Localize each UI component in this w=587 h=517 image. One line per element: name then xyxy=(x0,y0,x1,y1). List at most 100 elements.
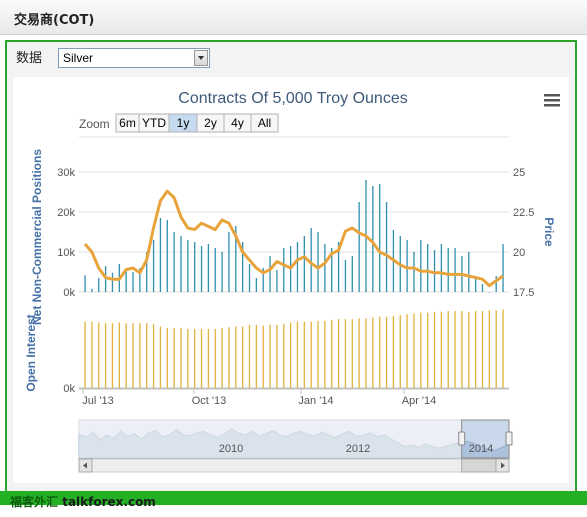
net-position-bar xyxy=(440,244,443,292)
net-position-bar xyxy=(420,240,422,292)
navigator-left-handle[interactable] xyxy=(458,431,466,446)
net-position-bar xyxy=(310,228,312,292)
scrollbar-track[interactable] xyxy=(78,458,510,473)
net-position-bar xyxy=(166,220,168,292)
cot-chart: Contracts Of 5,000 Troy Ounces Zoom 6m YTD 1… xyxy=(24,90,560,473)
open-interest-bar xyxy=(488,310,490,388)
net-position-bar xyxy=(221,252,223,292)
open-interest-bar xyxy=(344,319,347,388)
open-interest-bar xyxy=(146,323,148,388)
hamburger-menu-icon[interactable] xyxy=(544,94,560,107)
cot-panel: 数据 Silver Contracts Of 5,000 Troy Ounces… xyxy=(5,40,577,493)
data-label: 数据 xyxy=(16,51,43,66)
open-interest-bar xyxy=(351,319,353,388)
net-position-bar xyxy=(502,244,504,292)
open-interest-bar xyxy=(235,326,237,388)
open-interest-bar xyxy=(427,312,429,388)
net-position-bar xyxy=(125,271,127,292)
net-position-bar xyxy=(433,250,436,292)
open-interest-bar xyxy=(337,319,340,388)
x-tick-label: Oct '13 xyxy=(192,395,227,407)
open-interest-bar xyxy=(317,320,319,388)
net-position-bar xyxy=(200,246,203,292)
zoom-button-label: 4y xyxy=(231,116,244,130)
chevron-down-icon[interactable] xyxy=(194,50,208,66)
watermark-cn: 福客外汇 xyxy=(10,495,59,509)
net-position-bar xyxy=(324,244,326,292)
menu-line xyxy=(544,94,560,97)
open-interest-bar xyxy=(283,324,285,388)
open-interest-bar xyxy=(399,315,401,388)
open-interest-bar xyxy=(269,324,271,388)
open-interest-bar xyxy=(365,318,367,388)
watermark: 福客外汇 talkforex.com xyxy=(10,493,156,510)
open-interest-bar xyxy=(461,311,463,388)
net-position-bar xyxy=(187,240,189,292)
oi-tick-label: 0k xyxy=(63,383,75,395)
zoom-button-label: All xyxy=(258,116,271,130)
open-interest-bar xyxy=(481,311,484,388)
open-interest-axis-title: Open Interest xyxy=(24,314,38,391)
open-interest-bar xyxy=(91,321,93,388)
open-interest-bar xyxy=(372,317,374,388)
net-position-bar xyxy=(269,256,271,292)
x-tick-label: Jul '13 xyxy=(82,395,113,407)
open-interest-bar xyxy=(276,324,278,388)
open-interest-bar xyxy=(152,324,155,388)
zoom-button-label: YTD xyxy=(142,116,166,130)
menu-line xyxy=(544,104,560,107)
header-bar: 交易商(COT) xyxy=(0,0,587,35)
open-interest-bar xyxy=(454,311,456,388)
open-interest-bar xyxy=(331,319,333,388)
left-tick-label: 20k xyxy=(57,207,75,219)
commodity-select[interactable]: Silver xyxy=(58,48,210,68)
zoom-button-label: 6m xyxy=(119,116,136,130)
open-interest-bar xyxy=(262,325,264,388)
net-position-bar xyxy=(111,272,114,292)
price-line xyxy=(83,189,504,288)
open-interest-bar xyxy=(324,320,326,388)
right-tick-label: 17.5 xyxy=(513,287,534,299)
zoom-button-label: 1y xyxy=(177,116,190,130)
x-tick-label: Jan '14 xyxy=(298,395,333,407)
net-position-bar xyxy=(495,276,497,292)
open-interest-bar xyxy=(440,311,443,388)
zoom-label: Zoom xyxy=(79,117,110,131)
net-position-bar xyxy=(344,260,347,292)
net-position-bar xyxy=(194,242,196,292)
open-interest-bar xyxy=(180,328,182,388)
navigator-mask xyxy=(79,420,462,458)
net-position-bar xyxy=(283,248,285,292)
net-position-bar xyxy=(379,184,381,292)
net-position-bar xyxy=(84,275,86,292)
navigator-right-handle[interactable] xyxy=(505,431,513,446)
open-interest-bar xyxy=(406,314,408,388)
open-interest-bar xyxy=(125,323,127,388)
menu-line xyxy=(544,99,560,102)
net-position-bar xyxy=(406,240,408,292)
net-position-bar xyxy=(447,248,449,292)
open-interest-bar xyxy=(228,327,230,388)
left-tick-label: 10k xyxy=(57,247,75,259)
net-position-bar xyxy=(454,248,456,292)
open-interest-bar xyxy=(84,321,86,388)
left-axis-title: Net Non-Commercial Positions xyxy=(30,149,44,325)
open-interest-bar xyxy=(468,311,470,388)
open-interest-bar xyxy=(194,328,196,388)
commodity-select-value: Silver xyxy=(63,51,94,65)
net-position-bar xyxy=(228,232,230,292)
net-position-bar xyxy=(255,278,258,292)
net-position-bar xyxy=(98,278,100,292)
net-position-bar xyxy=(481,284,484,292)
open-interest-bar xyxy=(207,328,210,388)
chart-container: Contracts Of 5,000 Troy Ounces Zoom 6m YTD 1… xyxy=(13,77,569,483)
open-interest-bar xyxy=(413,313,415,388)
navigator-label: 2010 xyxy=(219,443,243,455)
open-interest-bar xyxy=(118,322,120,388)
left-tick-label: 0k xyxy=(63,287,75,299)
open-interest-bar xyxy=(495,310,497,388)
net-position-bar xyxy=(413,252,415,292)
open-interest-bar xyxy=(310,321,312,388)
net-position-bar xyxy=(91,288,93,292)
right-tick-label: 22.5 xyxy=(513,207,534,219)
